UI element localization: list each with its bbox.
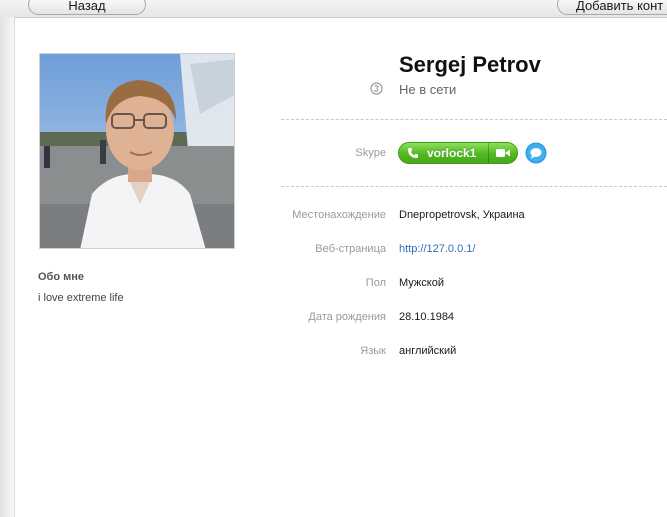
chat-bubble-icon[interactable] <box>525 142 547 164</box>
add-contact-button[interactable]: Добавить конт <box>557 0 667 15</box>
status-text: Не в сети <box>399 82 457 97</box>
website-label: Веб-страница <box>315 243 386 255</box>
location-label: Местонахождение <box>292 209 386 221</box>
language-label: Язык <box>360 345 386 357</box>
about-text: i love extreme life <box>38 292 124 304</box>
skype-label: Skype <box>355 147 386 159</box>
skype-offline-icon <box>370 82 383 95</box>
avatar <box>39 53 235 249</box>
back-button[interactable]: Назад <box>28 0 146 15</box>
skype-username: vorlock1 <box>427 146 477 160</box>
phone-icon <box>408 148 418 158</box>
about-title: Обо мне <box>38 271 85 283</box>
birthday-value: 28.10.1984 <box>399 311 455 323</box>
profile-photo <box>40 54 234 248</box>
location-value: Dnepropetrovsk, Украина <box>399 209 525 221</box>
video-camera-icon[interactable] <box>496 148 510 158</box>
gender-label: Пол <box>365 277 386 289</box>
skype-call-button[interactable]: vorlock1 <box>398 142 518 164</box>
language-value: английский <box>399 345 457 357</box>
left-panel-edge <box>0 17 15 517</box>
gender-value: Мужской <box>399 277 444 289</box>
toolbar: Назад Добавить конт <box>0 0 667 18</box>
contact-name: Sergej Petrov <box>399 52 541 77</box>
website-link[interactable]: http://127.0.0.1/ <box>399 243 475 255</box>
divider <box>281 119 667 120</box>
divider <box>281 186 667 187</box>
birthday-label: Дата рождения <box>308 311 386 323</box>
pill-divider <box>488 143 489 163</box>
